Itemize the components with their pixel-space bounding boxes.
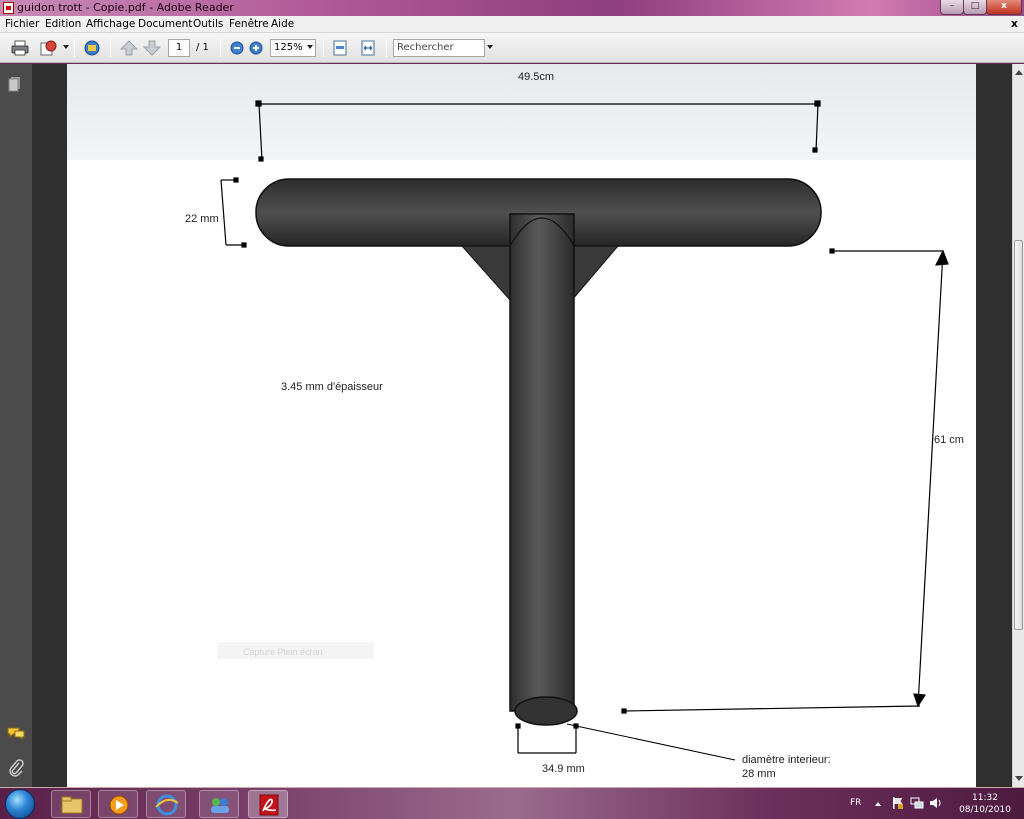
clock-time[interactable]: 11:32 [960,793,1010,803]
width-label: 49.5cm [518,71,554,83]
media-player-taskbar-button[interactable] [98,790,138,818]
tube-diameter-label: 34.9 mm [542,763,585,775]
inner-diameter-label-1: diamètre interieur: [742,754,831,766]
start-button[interactable] [5,789,35,819]
right-gusset [571,245,620,302]
inner-diameter-label-2: 28 mm [742,768,776,780]
scroll-up-arrow-icon[interactable] [1015,70,1023,75]
messenger-taskbar-button[interactable] [199,790,239,818]
left-gusset [460,245,511,302]
inner-diameter-leader [566,723,736,761]
thickness-label: 3.45 mm d'épaisseur [281,381,383,393]
action-center-flag-icon[interactable] [891,796,905,810]
height-label: 61 cm [934,434,964,446]
crossbar-diameter-bracket [220,177,247,248]
volume-icon[interactable] [929,796,943,810]
height-dimension [621,248,949,714]
network-icon[interactable] [910,796,924,810]
adobe-reader-icon [259,794,279,816]
folder-icon [61,796,83,814]
stem-bottom-end [514,696,578,726]
vertical-scrollbar[interactable] [1012,64,1024,787]
language-indicator[interactable]: FR [850,798,861,808]
adobe-reader-taskbar-button[interactable] [248,790,288,818]
internet-explorer-icon [155,794,179,816]
taskbar: FR 11:32 08/10/2010 [0,787,1024,819]
watermark-text: Capture Plein écran [243,647,323,657]
scroll-down-arrow-icon[interactable] [1015,776,1023,781]
show-hidden-icons-icon[interactable] [874,800,882,808]
scrollbar-thumb[interactable] [1014,240,1023,630]
internet-explorer-taskbar-button[interactable] [146,790,186,818]
messenger-icon [211,798,229,813]
stem-tube [509,213,575,712]
explorer-taskbar-button[interactable] [51,790,91,818]
width-dimension [255,100,821,162]
handlebar-drawing: 49.5cm 22 mm 3.45 mm d'épaisseur 61 cm 3… [185,71,964,780]
crossbar-diameter-label: 22 mm [185,213,219,225]
media-player-icon [109,795,129,815]
clock-date[interactable]: 08/10/2010 [955,805,1015,815]
tube-diameter-bracket [515,723,579,754]
